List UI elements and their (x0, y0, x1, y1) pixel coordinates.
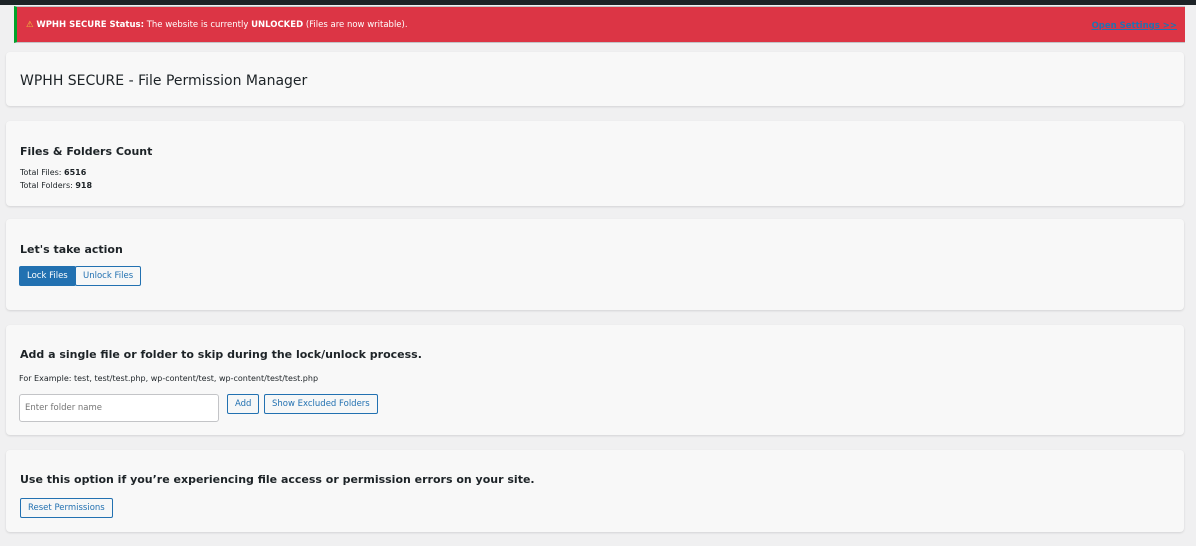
total-files: Total Files: 6516 (20, 168, 87, 177)
notice-text: The website is currently (144, 19, 252, 30)
exclude-title: Add a single file or folder to skip duri… (20, 348, 422, 361)
action-card: Let's take action Lock Files Unlock File… (6, 219, 1184, 310)
header-card: WPHH SECURE - File Permission Manager (6, 52, 1184, 106)
total-folders: Total Folders: 918 (20, 181, 93, 190)
reset-permissions-button[interactable]: Reset Permissions (20, 498, 113, 518)
admin-bar (0, 0, 1196, 5)
folder-name-input[interactable] (19, 394, 219, 422)
open-settings-link[interactable]: Open Settings >> (1092, 21, 1177, 31)
show-excluded-folders-button[interactable]: Show Excluded Folders (264, 394, 378, 414)
unlock-files-button[interactable]: Unlock Files (75, 266, 142, 286)
counts-card: Files & Folders Count Total Files: 6516 … (6, 121, 1184, 206)
action-title: Let's take action (20, 243, 123, 256)
reset-title: Use this option if you’re experiencing f… (20, 473, 535, 486)
exclude-example: For Example: test, test/test.php, wp-con… (19, 374, 319, 383)
notice-state: UNLOCKED (251, 19, 304, 30)
reset-card: Use this option if you’re experiencing f… (6, 450, 1184, 532)
page-title: WPHH SECURE - File Permission Manager (20, 73, 308, 89)
notice-text-2: (Files are now writable). (303, 19, 408, 30)
counts-title: Files & Folders Count (20, 145, 153, 158)
status-notice: ⚠ WPHH SECURE Status: The website is cur… (14, 6, 1185, 43)
exclude-card: Add a single file or folder to skip duri… (6, 325, 1184, 435)
lock-files-button[interactable]: Lock Files (19, 266, 76, 286)
add-button[interactable]: Add (227, 394, 260, 414)
warning-icon: ⚠ (26, 19, 34, 30)
notice-prefix: WPHH SECURE Status: (36, 19, 144, 30)
